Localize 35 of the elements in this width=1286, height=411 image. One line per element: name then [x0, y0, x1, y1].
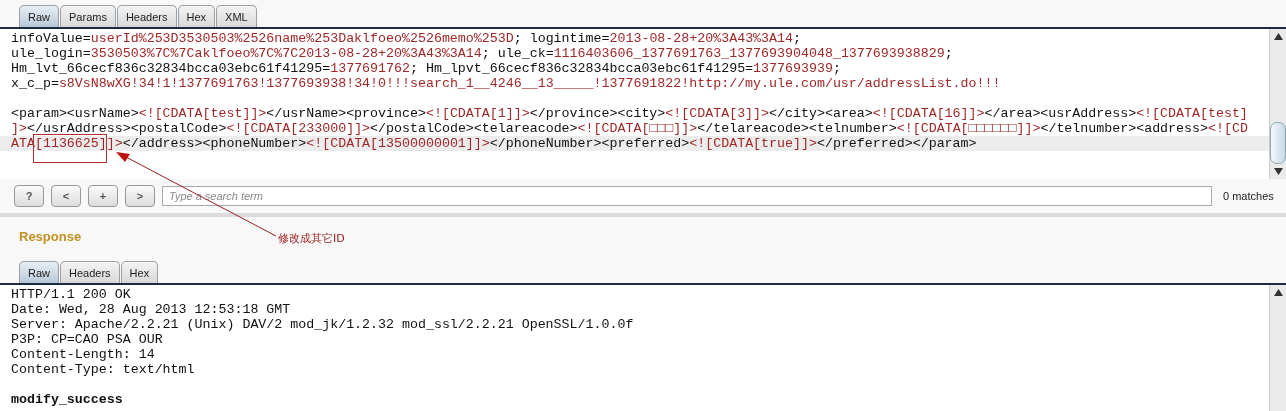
request-editor[interactable] [0, 29, 1286, 179]
code-line: HTTP/1.1 200 OK [11, 287, 132, 302]
search-nav-button[interactable]: < [51, 185, 81, 207]
editor-tab[interactable]: Params [60, 5, 116, 27]
editor-tab[interactable]: Raw [19, 261, 59, 283]
code-line: modify_success [11, 392, 124, 407]
scrollbar[interactable] [1269, 29, 1286, 179]
code-line: Server: Apache/2.2.21 (Unix) DAV/2 mod_jk/1.2.32 mod_ssl/2.2.21 OpenSSL/1.0.0f [11, 317, 635, 332]
scroll-down-icon[interactable] [1273, 168, 1283, 175]
code-line: ]></usrAddress><postalCode><![CDATA[233000]]></postalCode><telareacode><![CDATA[□□□]]></telareacode><telnumber><![CDATA[□□□□□□]]></telnumber><address><![CD [11, 121, 1249, 136]
code-line: infoValue=userId%253D3530503%2526name%253Daklfoeo%2526memo%253D; logintime=2013-08-28+20%3A43%3A14; [11, 31, 802, 46]
code-line: Content-Type: text/html [11, 362, 196, 377]
code-line: x_c_p=s8VsN8wXG!34!1!1377691763!1377693938!34!0!!!search_1__4246__13_____!1377691822!http://my.ule.com/usr/addressList.do!!! [11, 76, 1002, 91]
search-nav-button[interactable]: > [125, 185, 155, 207]
editor-tab[interactable]: Headers [116, 5, 177, 27]
response-heading: Response [19, 229, 82, 244]
search-nav-button[interactable]: + [88, 185, 118, 207]
code-line: ule_login=3530503%7C%7Caklfoeo%7C%7C2013-08-28+20%3A43%3A14; ule_ck=1116403606_1377691763_1377693904048_1377693938829; [11, 46, 954, 61]
search-nav-button[interactable]: ? [14, 185, 44, 207]
match-count: 0 matches [1223, 190, 1274, 202]
code-line: P3P: CP=CAO PSA OUR [11, 332, 164, 347]
editor-tab[interactable]: Hex [120, 261, 159, 283]
code-line: Hm_lvt_66cecf836c32834bcca03ebc61f41295=1377691762; Hm_lpvt_66cecf836c32834bcca03ebc61f41295=1377693939; [11, 61, 842, 76]
code-line: <param><usrName><![CDATA[test]]></usrName><province><![CDATA[1]]></province><city><![CDATA[3]]></city><area><![CDATA[16]]></area><usrAddress><![CDATA[test] [11, 106, 1249, 121]
scroll-up-icon[interactable] [1273, 33, 1283, 40]
editor-tab[interactable]: Raw [19, 5, 59, 27]
response-editor[interactable] [0, 285, 1286, 411]
editor-tab[interactable]: Headers [60, 261, 120, 283]
code-line: Content-Length: 14 [11, 347, 156, 362]
editor-tab[interactable]: XML [216, 5, 257, 27]
code-line: Date: Wed, 28 Aug 2013 12:53:18 GMT [11, 302, 292, 317]
editor-tab[interactable]: Hex [177, 5, 216, 27]
scroll-up-icon[interactable] [1273, 289, 1283, 296]
annotation-label: 修改成其它ID [278, 231, 345, 246]
scrollbar[interactable] [1269, 285, 1286, 411]
